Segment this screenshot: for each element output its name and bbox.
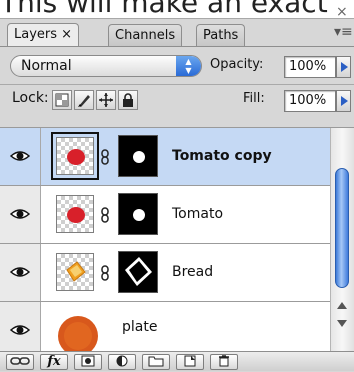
blend-mode-select[interactable]: Normal (10, 55, 202, 77)
layer-row[interactable]: Tomato copy (0, 128, 330, 186)
opacity-slider-button[interactable] (336, 56, 351, 78)
visibility-toggle[interactable] (0, 186, 41, 243)
visibility-toggle[interactable] (0, 128, 41, 185)
cropped-caption: This will make an exact (0, 0, 328, 19)
layer-mask-thumbnail[interactable] (118, 135, 158, 177)
visibility-toggle[interactable] (0, 244, 41, 301)
lock-image-pixels-icon[interactable] (74, 90, 94, 110)
eye-icon[interactable] (10, 149, 30, 163)
layer-thumbnail[interactable] (51, 132, 99, 180)
delete-layer-icon[interactable] (210, 354, 238, 370)
opacity-field[interactable]: 100% (284, 56, 336, 78)
layer-name: Bread (172, 264, 214, 280)
mask-link-icon[interactable] (100, 149, 110, 165)
add-mask-icon[interactable] (74, 354, 102, 370)
adjustment-layer-icon[interactable] (108, 354, 136, 370)
fill-label: Fill: (243, 91, 265, 106)
layer-thumbnail[interactable] (56, 253, 94, 291)
lock-all-icon[interactable] (118, 90, 138, 110)
fill-slider-button[interactable] (336, 90, 351, 112)
scroll-down-icon[interactable] (337, 320, 347, 327)
layer-name: plate (122, 319, 158, 335)
layer-style-button[interactable]: fx (40, 354, 68, 370)
scrollbar-thumb[interactable] (335, 168, 349, 288)
layer-mask-thumbnail[interactable] (118, 193, 158, 235)
layers-toolbar: fx (0, 351, 354, 371)
layer-row[interactable]: plate (0, 302, 330, 351)
tab-channels[interactable]: Channels (108, 24, 183, 46)
layer-row[interactable]: Tomato (0, 186, 330, 244)
mask-link-icon[interactable] (100, 265, 110, 281)
tab-strip-divider (0, 46, 354, 47)
lock-label: Lock: (12, 90, 49, 106)
tab-paths[interactable]: Paths (196, 24, 246, 46)
mask-link-icon[interactable] (100, 207, 110, 223)
panel-close-icon[interactable]: × (336, 4, 348, 20)
lock-transparent-icon[interactable] (52, 90, 72, 110)
layer-name: Tomato copy (172, 148, 272, 164)
lock-position-icon[interactable] (96, 90, 116, 110)
panel-menu-icon[interactable]: ▾≡ (334, 24, 353, 40)
layer-thumbnail[interactable] (56, 195, 94, 233)
divider (0, 84, 354, 85)
fill-field[interactable]: 100% (284, 90, 336, 112)
blend-mode-stepper-icon[interactable]: ▲ ▼ (176, 56, 201, 76)
visibility-toggle[interactable] (0, 302, 41, 351)
eye-icon[interactable] (10, 265, 30, 279)
layer-name: Tomato (172, 206, 224, 222)
layer-thumbnail[interactable] (56, 312, 100, 351)
opacity-label: Opacity: (210, 57, 264, 72)
new-group-icon[interactable] (142, 354, 170, 370)
layers-list: Tomato copy Tomato Bread plate (0, 128, 330, 351)
layer-row[interactable]: Bread (0, 244, 330, 302)
new-layer-icon[interactable] (176, 354, 204, 370)
layer-mask-thumbnail[interactable] (118, 251, 158, 293)
eye-icon[interactable] (10, 323, 30, 337)
tab-layers[interactable]: Layers × (7, 23, 80, 46)
scroll-up-icon[interactable] (337, 302, 347, 309)
eye-icon[interactable] (10, 207, 30, 221)
link-layers-icon[interactable] (6, 354, 34, 370)
